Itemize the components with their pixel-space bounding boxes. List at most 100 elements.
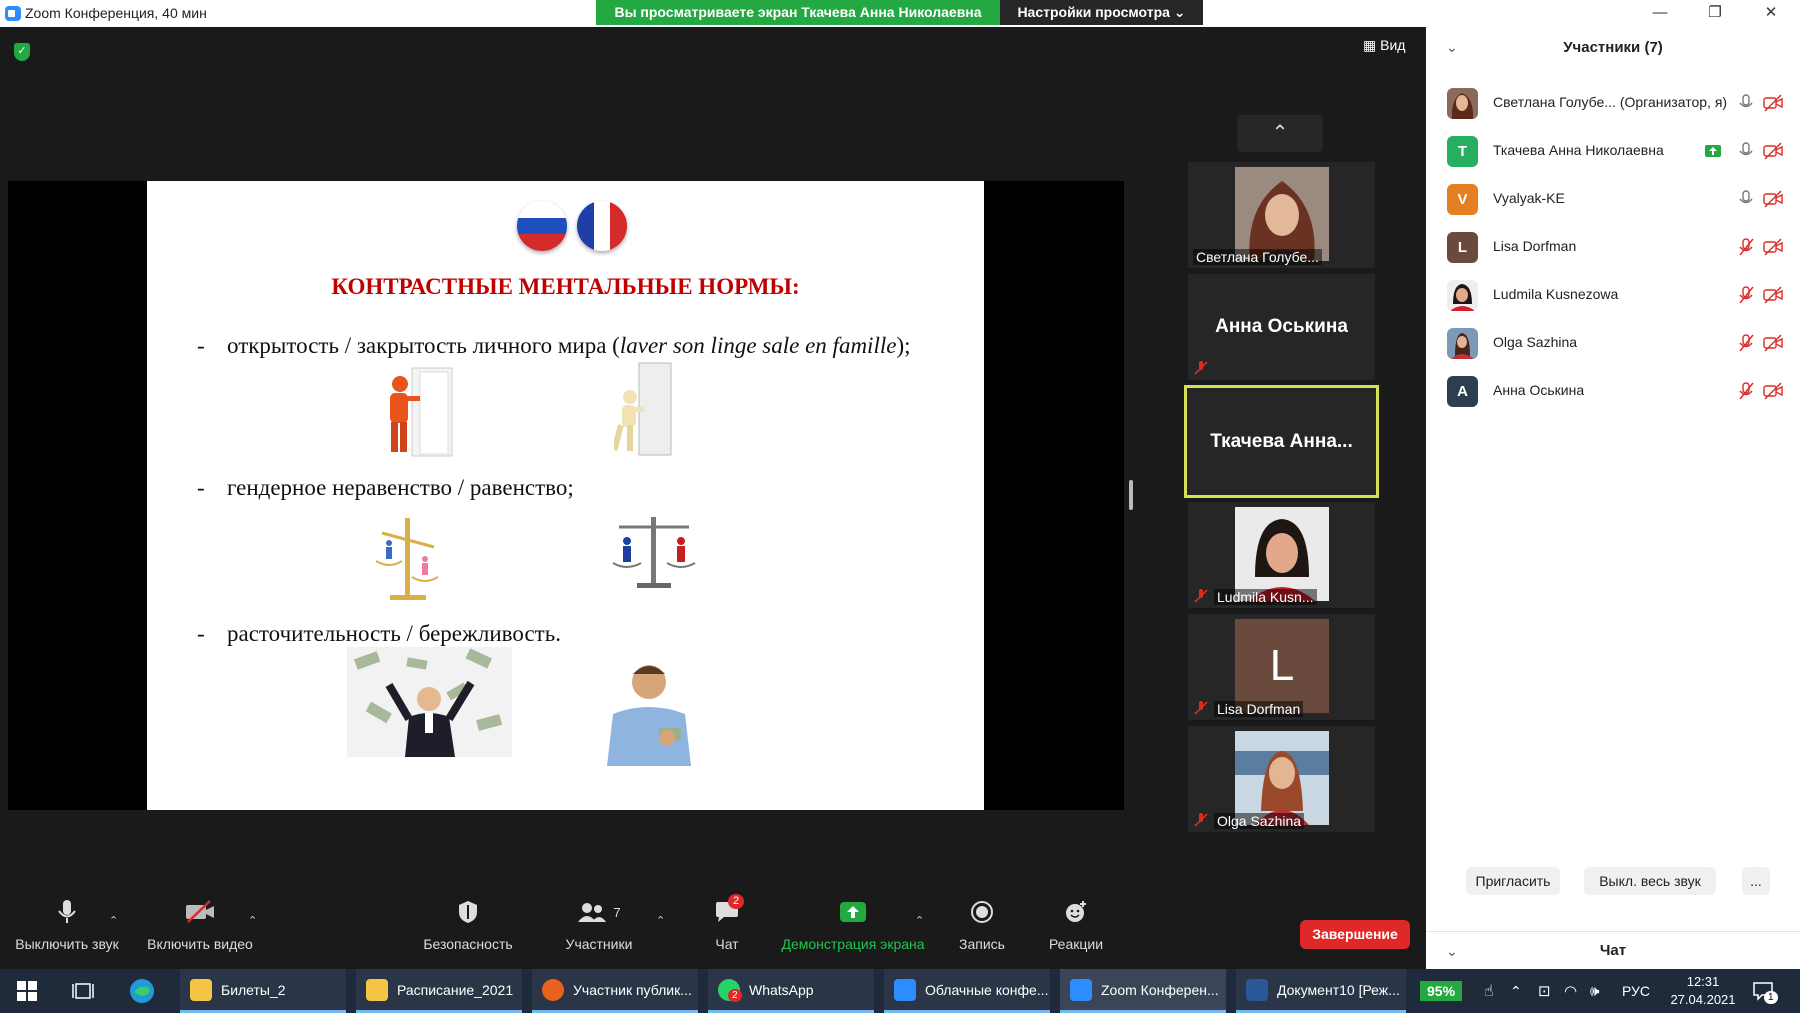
participant-name: Vyalyak-KE — [1493, 190, 1565, 206]
mute-all-button[interactable]: Выкл. весь звук — [1584, 867, 1716, 895]
invite-button[interactable]: Пригласить — [1466, 867, 1560, 895]
video-tile[interactable]: L Lisa Dorfman — [1188, 614, 1375, 720]
view-layout-button[interactable]: ▦ Вид — [1363, 37, 1405, 54]
more-options-button[interactable]: ... — [1742, 867, 1770, 895]
video-tile[interactable]: Olga Sazhina — [1188, 726, 1375, 832]
viewing-screen-banner: Вы просматриваете экран Ткачева Анна Ник… — [596, 0, 1000, 25]
show-hidden-icons-caret[interactable]: ⌃ — [1510, 969, 1522, 1013]
participant-row[interactable]: Светлана Голубе... (Организатор, я) — [1426, 79, 1800, 127]
video-off-icon[interactable] — [1763, 142, 1783, 160]
participant-row[interactable]: A Анна Оськина — [1426, 367, 1800, 415]
microphone-icon — [58, 900, 76, 923]
taskbar-item-firefox[interactable]: Участник публик... — [532, 969, 698, 1013]
video-tile[interactable]: Ludmila Kusn... — [1188, 502, 1375, 608]
tray-touch-icon[interactable]: ☝ — [1484, 969, 1494, 1013]
taskbar-item-zoom-cloud[interactable]: Облачные конфе... — [884, 969, 1050, 1013]
taskbar-item-zoom-meeting[interactable]: Zoom Конферен... — [1060, 969, 1226, 1013]
window-title: Zoom Конференция, 40 мин — [25, 5, 207, 21]
taskbar-item-folder-raspisanie[interactable]: Расписание_2021 — [356, 969, 522, 1013]
share-screen-button[interactable]: Демонстрация экрана — [773, 894, 933, 952]
video-off-icon[interactable] — [1763, 334, 1783, 352]
tile-name: Ткачева Анна... — [1210, 430, 1353, 452]
mic-on-icon[interactable] — [1738, 142, 1754, 160]
tile-name: Olga Sazhina — [1214, 813, 1305, 829]
person-closing-door-image — [614, 362, 672, 456]
firefox-icon — [542, 978, 564, 1001]
taskbar-item-folder-bilety[interactable]: Билеты_2 — [180, 969, 346, 1013]
view-options-button[interactable]: Настройки просмотра ⌄ — [1000, 0, 1203, 25]
notifications-button[interactable]: 1 — [1752, 969, 1778, 1013]
video-off-icon[interactable] — [1763, 382, 1783, 400]
language-indicator[interactable]: РУС — [1622, 969, 1650, 1013]
encryption-shield-icon[interactable]: ✓ — [14, 43, 30, 61]
share-options-caret[interactable]: ⌃ — [915, 914, 924, 927]
video-off-icon[interactable] — [1763, 94, 1783, 112]
security-button[interactable]: Безопасность — [420, 894, 516, 952]
minimize-icon[interactable]: — — [1645, 2, 1675, 24]
mic-muted-icon[interactable] — [1738, 382, 1754, 400]
collapse-chat-icon[interactable]: ⌄ — [1446, 932, 1458, 970]
participant-row[interactable]: Olga Sazhina — [1426, 319, 1800, 367]
mic-on-icon[interactable] — [1738, 94, 1754, 112]
participants-count: 7 — [613, 904, 621, 920]
chat-button[interactable]: 2 Чат — [702, 894, 752, 952]
participant-row[interactable]: L Lisa Dorfman — [1426, 223, 1800, 271]
unequal-scales-image — [375, 518, 439, 600]
restore-icon[interactable]: ❐ — [1700, 2, 1730, 24]
participant-avatar: L — [1447, 232, 1478, 263]
audio-options-caret[interactable]: ⌃ — [109, 914, 118, 927]
participant-name: Olga Sazhina — [1493, 334, 1578, 350]
clock[interactable]: 12:31 27.04.2021 — [1670, 969, 1736, 1013]
mute-button[interactable]: Выключить звук — [12, 894, 122, 952]
chat-title: Чат — [1599, 942, 1627, 959]
france-flag-icon — [577, 201, 627, 251]
equal-scales-image — [612, 517, 696, 588]
reactions-button[interactable]: Реакции — [1040, 894, 1112, 952]
mic-muted-icon[interactable] — [1738, 238, 1754, 256]
video-tile[interactable]: Светлана Голубе... — [1188, 162, 1375, 268]
end-meeting-button[interactable]: Завершение — [1300, 920, 1410, 949]
task-view-button[interactable] — [72, 969, 94, 1013]
battery-indicator[interactable]: 95% — [1420, 969, 1463, 1013]
slide-bullet-openness: - открытость / закрытость личного мира (l… — [197, 333, 911, 358]
edge-browser-button[interactable] — [128, 969, 156, 1013]
network-icon[interactable]: ⊡ — [1538, 969, 1551, 1013]
video-options-caret[interactable]: ⌃ — [248, 914, 257, 927]
chat-section-header[interactable]: ⌄ Чат — [1426, 931, 1800, 969]
mic-muted-icon[interactable] — [1738, 334, 1754, 352]
participant-row[interactable]: V Vyalyak-KE — [1426, 175, 1800, 223]
participants-options-caret[interactable]: ⌃ — [656, 914, 665, 927]
start-button[interactable] — [16, 969, 38, 1013]
start-video-button[interactable]: Включить видео — [143, 894, 257, 952]
participant-photo — [1235, 167, 1329, 261]
participants-button[interactable]: 7 Участники — [555, 894, 643, 952]
zoom-icon — [1070, 978, 1092, 1001]
active-speaker-tile[interactable]: Ткачева Анна... — [1184, 385, 1379, 498]
splitter-handle[interactable] — [1129, 480, 1133, 510]
mic-muted-icon[interactable] — [1738, 286, 1754, 304]
mic-muted-icon — [1194, 361, 1208, 375]
participant-row[interactable]: T Ткачева Анна Николаевна — [1426, 127, 1800, 175]
saving-money-man-image — [607, 665, 691, 766]
video-off-icon[interactable] — [1763, 286, 1783, 304]
video-tile[interactable]: Анна Оськина — [1188, 274, 1375, 380]
participant-avatar: A — [1447, 376, 1478, 407]
wifi-icon[interactable]: ◠ — [1564, 969, 1577, 1013]
participant-name: Светлана Голубе... (Организатор, я) — [1493, 94, 1728, 110]
participant-row[interactable]: Ludmila Kusnezowa — [1426, 271, 1800, 319]
participant-avatar — [1447, 328, 1478, 359]
participants-icon — [578, 903, 607, 922]
taskbar-item-whatsapp[interactable]: 2 WhatsApp — [708, 969, 874, 1013]
video-off-icon[interactable] — [1763, 190, 1783, 208]
word-icon — [1246, 978, 1268, 1001]
close-icon[interactable]: ✕ — [1756, 2, 1786, 24]
video-off-icon[interactable] — [1763, 238, 1783, 256]
taskbar-item-word[interactable]: Документ10 [Реж... — [1236, 969, 1406, 1013]
zoom-icon — [894, 978, 916, 1001]
view-label: Вид — [1380, 37, 1406, 53]
volume-icon[interactable]: 🕪 — [1590, 969, 1599, 1013]
windows-logo-icon — [17, 981, 37, 1001]
record-button[interactable]: Запись — [950, 894, 1014, 952]
mic-on-icon[interactable] — [1738, 190, 1754, 208]
gallery-scroll-up-button[interactable]: ⌃ — [1237, 115, 1323, 152]
